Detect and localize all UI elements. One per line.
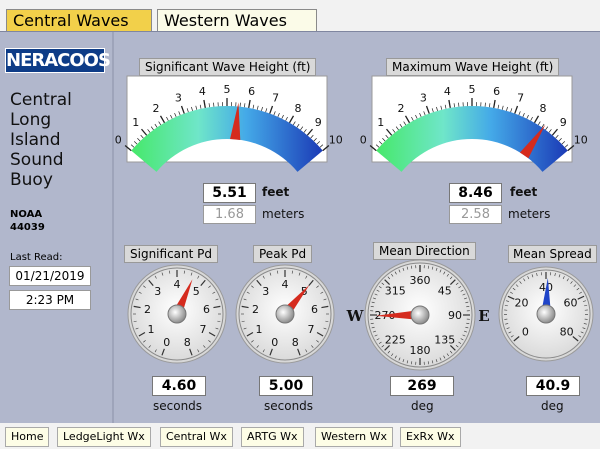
meter-tick-label: 7	[272, 92, 279, 105]
dial-tick-label: 7	[199, 323, 206, 336]
significant-period-title: Significant Pd	[124, 245, 218, 263]
dial-tick-label: 1	[148, 323, 155, 336]
dial-tick-label: 4	[174, 278, 181, 291]
nav-central-button[interactable]: Central Wx	[160, 427, 233, 447]
meter-tick-label: 2	[398, 102, 405, 115]
dial-hub	[536, 304, 556, 324]
dial-tick-label: 360	[410, 274, 431, 287]
meter-tick-label: 0	[115, 134, 122, 147]
dial-tick-label: 135	[434, 334, 455, 347]
meter-tick-label: 3	[175, 92, 182, 105]
meter-tick-label: 9	[560, 116, 567, 129]
dial-tick-label: 45	[438, 284, 452, 297]
mean-direction-value: 269	[390, 376, 454, 396]
significant-period-dial: 01 23456 78	[127, 264, 227, 364]
bottom-navigation: Home LedgeLight Wx Central Wx ARTG Wx We…	[0, 423, 600, 449]
max-wave-feet-value: 8.46	[449, 183, 502, 203]
dial-tick-label: 225	[385, 334, 406, 347]
max-wave-feet-unit: feet	[510, 185, 538, 199]
dial-tick-label: 6	[203, 303, 210, 316]
dial-tick-label: 6	[311, 303, 318, 316]
dial-tick-label: 20	[515, 297, 529, 310]
dial-tick-label: 60	[563, 297, 577, 310]
meter-tick-label: 3	[420, 92, 427, 105]
dial-tick-label: 0	[271, 336, 278, 349]
meter-tick-label: 9	[315, 116, 322, 129]
east-label: E	[478, 307, 489, 325]
meter-tick-label: 8	[540, 102, 547, 115]
meter-tick-label: 6	[248, 85, 255, 98]
dial-tick-label: 4	[282, 278, 289, 291]
mean-direction-title: Mean Direction	[373, 242, 476, 260]
meter-tick-label: 8	[295, 102, 302, 115]
significant-wave-height-title: Significant Wave Height (ft)	[139, 58, 317, 76]
meter-tick-label: 7	[517, 92, 524, 105]
dial-hub	[275, 304, 295, 324]
meter-tick-label: 5	[469, 83, 476, 96]
dial-tick-label: 7	[307, 323, 314, 336]
meter-tick-label: 1	[132, 116, 139, 129]
mean-direction-compass: 3604590135180225270315WE	[346, 259, 490, 371]
sig-wave-meters-unit: meters	[262, 207, 305, 221]
meter-tick-label: 4	[199, 85, 206, 98]
meter-tick-label: 0	[360, 134, 367, 147]
nav-home-button[interactable]: Home	[5, 427, 50, 447]
peak-period-dial: 012345678	[235, 264, 335, 364]
dial-tick-label: 5	[193, 285, 200, 298]
dial-tick-label: 3	[262, 285, 269, 298]
nav-western-button[interactable]: Western Wx	[315, 427, 393, 447]
maximum-wave-height-title: Maximum Wave Height (ft)	[386, 58, 560, 76]
dial-tick-label: 180	[410, 344, 431, 357]
dial-tick-label: 0	[163, 336, 170, 349]
max-wave-meters-value: 2.58	[449, 205, 502, 224]
meter-tick-label: 10	[574, 134, 588, 147]
nav-ledgelight-button[interactable]: LedgeLight Wx	[57, 427, 151, 447]
dial-hub	[167, 304, 187, 324]
max-wave-meters-unit: meters	[508, 207, 551, 221]
dial-tick-label: 3	[154, 285, 161, 298]
meter-tick-label: 4	[444, 85, 451, 98]
mean-spread-dial: 020406080	[498, 266, 594, 362]
dial-hub	[410, 305, 430, 325]
mean-spread-unit: deg	[541, 399, 564, 413]
dial-tick-label: 80	[560, 325, 574, 338]
meter-tick-label: 1	[377, 116, 384, 129]
mean-direction-unit: deg	[411, 399, 434, 413]
mean-spread-title: Mean Spread	[508, 245, 597, 263]
dial-tick-label: 8	[184, 336, 191, 349]
significant-wave-height-gauge: 01 2 3 4 5 6 7 89 10	[115, 75, 343, 172]
sig-wave-feet-unit: feet	[262, 185, 290, 199]
dial-tick-label: 90	[448, 309, 462, 322]
sig-wave-meters-value: 1.68	[203, 205, 256, 224]
dial-tick-label: 2	[252, 303, 259, 316]
sig-wave-feet-value: 5.51	[203, 183, 256, 203]
sig-pd-unit: seconds	[153, 399, 203, 413]
dial-tick-label: 1	[256, 323, 263, 336]
meter-tick-label: 6	[493, 85, 500, 98]
dial-tick-label: 2	[144, 303, 151, 316]
meter-tick-label: 2	[153, 102, 160, 115]
west-label: W	[346, 307, 365, 325]
meter-tick-label: 5	[224, 83, 231, 96]
peak-period-title: Peak Pd	[253, 245, 313, 263]
sig-pd-value: 4.60	[152, 376, 206, 396]
nav-artg-button[interactable]: ARTG Wx	[241, 427, 304, 447]
dial-tick-label: 0	[522, 325, 529, 338]
dial-tick-label: 8	[292, 336, 299, 349]
nav-exrx-button[interactable]: ExRx Wx	[400, 427, 461, 447]
peak-pd-value: 5.00	[259, 376, 313, 396]
mean-spread-value: 40.9	[526, 376, 580, 396]
peak-pd-unit: seconds	[264, 399, 314, 413]
meter-tick-label: 10	[329, 134, 343, 147]
maximum-wave-height-gauge: 01 2 3 4 5 6 7 89 10	[360, 75, 588, 172]
dial-tick-label: 315	[385, 284, 406, 297]
